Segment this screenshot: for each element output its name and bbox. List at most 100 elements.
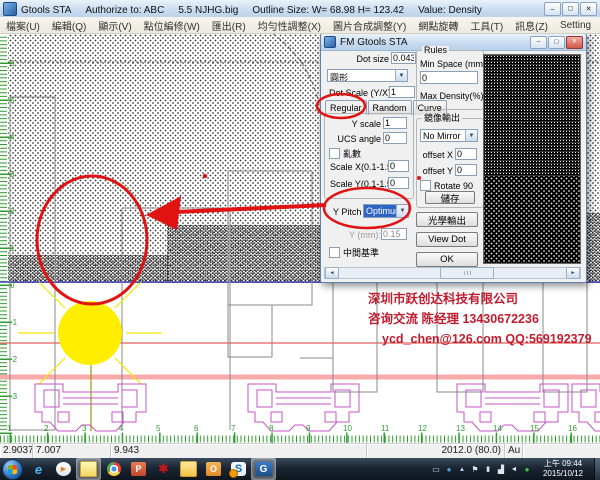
menu-item-10[interactable]: Setting <box>554 20 597 31</box>
hidden-icons-arrow[interactable] <box>457 464 467 475</box>
status-bar: 2.9037 7.007 9.943 2012.0 (80.0) Au <box>0 443 600 459</box>
y-mm-input[interactable] <box>381 228 407 240</box>
dot-scale-input[interactable] <box>389 86 415 98</box>
random-checkbox-row[interactable]: 亂數 <box>329 147 361 160</box>
scroll-right-arrow-icon[interactable]: ► <box>566 267 580 279</box>
chevron-down-icon[interactable]: ▼ <box>396 205 408 217</box>
menu-item-0[interactable]: 檔案(U) <box>0 18 46 33</box>
dialog-maximize-button[interactable] <box>548 36 565 49</box>
dashed-arc <box>272 33 321 136</box>
scale-x-input[interactable] <box>388 160 409 172</box>
menu-item-6[interactable]: 圖片合成調整(Y) <box>327 18 412 33</box>
left-ruler-number: 0 <box>10 282 14 290</box>
close-button[interactable] <box>580 2 597 16</box>
menu-item-9[interactable]: 訊息(Z) <box>509 18 554 33</box>
preview-dense-dots <box>484 55 580 176</box>
menu-item-3[interactable]: 點位編修(W) <box>138 18 206 33</box>
mirror-group-title: 鏡像輸出 <box>422 114 462 123</box>
chrome-icon[interactable] <box>101 458 126 480</box>
power-icon[interactable] <box>483 464 493 475</box>
left-ruler-number: 3 <box>10 171 14 179</box>
outlook-icon[interactable] <box>201 458 226 480</box>
ucs-angle-input[interactable] <box>383 132 407 144</box>
media-player-icon[interactable] <box>51 458 76 480</box>
menu-item-4[interactable]: 匯出(R) <box>206 18 252 33</box>
scale-y-input[interactable] <box>388 177 409 189</box>
clock-time: 上午 09:44 <box>534 459 592 469</box>
y-scale-input[interactable] <box>383 117 407 129</box>
mirror-value: No Mirror <box>421 130 465 141</box>
rotate-90-checkbox-row[interactable]: Rotate 90 <box>420 180 473 191</box>
view-dot-button[interactable]: View Dot <box>416 232 478 247</box>
network-icon[interactable] <box>496 464 506 475</box>
save-button[interactable]: 儲存 <box>425 191 475 204</box>
dialog-titlebar[interactable]: FM Gtools STA <box>321 34 586 51</box>
red-app-icon[interactable] <box>151 458 176 480</box>
menu-item-1[interactable]: 編輯(Q) <box>46 18 92 33</box>
system-tray <box>431 464 532 475</box>
language-indicator-icon[interactable] <box>444 464 454 475</box>
bottom-ruler-number: 6 <box>194 425 198 433</box>
y-pitch-combobox[interactable]: Optimum ▼ <box>363 204 409 218</box>
max-density-label: Max Density(%) <box>420 92 484 101</box>
center-basis-label: 中間基準 <box>343 246 379 259</box>
menu-item-8[interactable]: 工具(T) <box>464 18 509 33</box>
menu-item-2[interactable]: 顯示(V) <box>92 18 137 33</box>
title-segment-2: 5.5 NJHG.big <box>178 5 238 16</box>
menu-item-7[interactable]: 網點旋轉 <box>412 18 464 33</box>
menu-item-5[interactable]: 均勻性調整(X) <box>252 18 327 33</box>
dialog-minimize-button[interactable] <box>530 36 547 49</box>
left-ruler-number: 2 <box>10 208 14 216</box>
center-basis-checkbox[interactable] <box>329 247 340 258</box>
y-pitch-value: Optimum <box>364 205 396 217</box>
window-titlebar: Gtools STAAuthorize to: ABC5.5 NJHG.bigO… <box>0 0 600 18</box>
left-ruler-number: 1 <box>10 245 14 253</box>
dot-size-input[interactable] <box>391 52 416 64</box>
center-basis-checkbox-row[interactable]: 中間基準 <box>329 246 379 259</box>
gtools-icon[interactable] <box>251 458 276 480</box>
maximize-button[interactable] <box>562 2 579 16</box>
clock-date: 2015/10/12 <box>534 469 592 479</box>
window-title: Gtools STAAuthorize to: ABC5.5 NJHG.bigO… <box>21 0 496 18</box>
rotate-90-label: Rotate 90 <box>434 181 473 191</box>
scrollbar-thumb[interactable] <box>440 267 494 279</box>
dot-scale-label: Dot Scale (Y/X) <box>329 89 387 98</box>
clamp-part-outline <box>457 384 568 431</box>
dot-shape-combobox[interactable]: 圓形 ▼ <box>327 69 408 82</box>
status-value: 9.943 <box>111 444 367 459</box>
random-checkbox-label: 亂數 <box>343 147 361 160</box>
dialog-horizontal-scrollbar[interactable]: ◄ ► <box>324 267 581 279</box>
action-center-icon[interactable] <box>470 464 480 475</box>
mirror-combobox[interactable]: No Mirror ▼ <box>420 129 478 142</box>
show-desktop-button[interactable] <box>594 458 600 480</box>
bottom-ruler-number: 2 <box>44 425 48 433</box>
explorer-icon[interactable] <box>176 458 201 480</box>
scroll-left-arrow-icon[interactable]: ◄ <box>325 267 339 279</box>
dot-size-label: Dot size <box>349 55 389 64</box>
rules-group-title: Rules <box>422 46 449 55</box>
sticky-notes-icon[interactable] <box>76 458 101 480</box>
minimize-button[interactable] <box>544 2 561 16</box>
optical-output-button[interactable]: 光學輸出 <box>416 212 478 227</box>
internet-explorer-icon[interactable] <box>26 458 51 480</box>
random-checkbox[interactable] <box>329 148 340 159</box>
ok-button[interactable]: OK <box>416 252 478 267</box>
taskbar-clock[interactable]: 上午 09:44 2015/10/12 <box>534 459 592 479</box>
start-button[interactable] <box>2 459 23 480</box>
skype-icon[interactable] <box>226 458 251 480</box>
offset-x-input[interactable] <box>455 148 477 160</box>
bottom-ruler-number: 16 <box>568 425 577 433</box>
rotate-90-checkbox[interactable] <box>420 180 431 191</box>
powerpoint-icon[interactable] <box>126 458 151 480</box>
chevron-down-icon[interactable]: ▼ <box>395 70 407 81</box>
watermark-email: ycd_chen@126.com QQ:569192379 <box>382 329 592 349</box>
bottom-ruler-number: 5 <box>156 425 160 433</box>
dialog-close-button[interactable] <box>566 36 583 49</box>
chevron-down-icon[interactable]: ▼ <box>465 130 477 141</box>
offset-y-input[interactable] <box>455 164 477 176</box>
volume-icon[interactable] <box>509 464 519 475</box>
yellow-sun-marker <box>18 282 162 431</box>
keyboard-tray-icon[interactable] <box>431 464 441 475</box>
min-space-input[interactable] <box>420 71 478 84</box>
update-icon[interactable] <box>522 464 532 475</box>
